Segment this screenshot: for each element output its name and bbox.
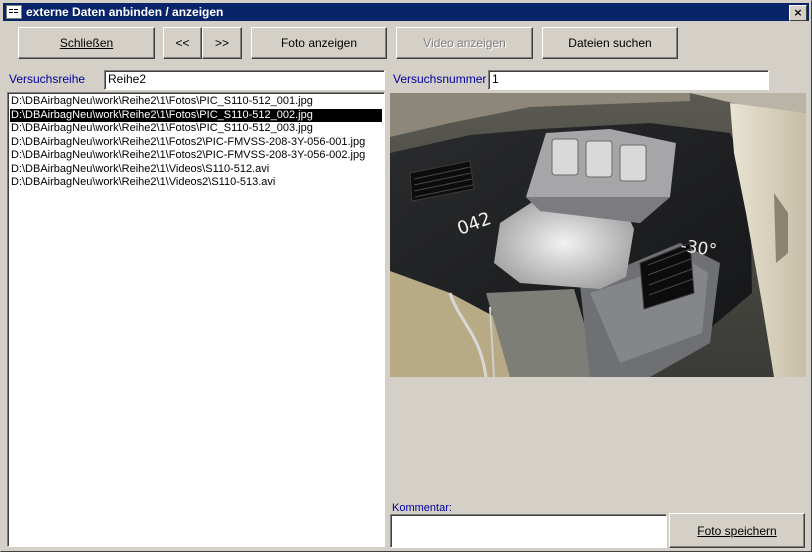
previous-button-label: << [175, 36, 190, 50]
show-photo-button-label: Foto anzeigen [280, 36, 358, 50]
window-title: externe Daten anbinden / anzeigen [26, 5, 224, 19]
show-video-button[interactable]: Video anzeigen [396, 27, 533, 59]
file-list-item[interactable]: D:\DBAirbagNeu\work\Reihe2\1\Fotos\PIC_S… [10, 95, 382, 109]
airbag-photo: 042 -30° [390, 93, 806, 377]
kommentar-field[interactable] [390, 514, 667, 548]
close-window-button[interactable]: × [789, 5, 807, 21]
search-files-button[interactable]: Dateien suchen [542, 27, 678, 59]
versuchsreihe-label: Versuchsreihe [9, 72, 86, 86]
close-button[interactable]: Schließen [18, 27, 155, 59]
file-list-item[interactable]: D:\DBAirbagNeu\work\Reihe2\1\Videos\S110… [10, 163, 382, 177]
kommentar-label: Kommentar: [392, 502, 452, 514]
close-button-label: Schließen [59, 36, 114, 50]
show-photo-button[interactable]: Foto anzeigen [251, 27, 387, 59]
versuchsnummer-label: Versuchsnummer [393, 72, 487, 86]
photo-preview: 042 -30° [390, 93, 806, 377]
file-list-item[interactable]: D:\DBAirbagNeu\work\Reihe2\1\Fotos\PIC_S… [10, 108, 382, 122]
file-list[interactable]: D:\DBAirbagNeu\work\Reihe2\1\Fotos\PIC_S… [7, 92, 385, 547]
show-video-button-label: Video anzeigen [423, 36, 506, 50]
search-files-button-label: Dateien suchen [568, 36, 652, 50]
file-list-item[interactable]: D:\DBAirbagNeu\work\Reihe2\1\Videos2\S11… [10, 176, 382, 190]
main-window: externe Daten anbinden / anzeigen × Schl… [0, 0, 812, 552]
versuchsreihe-field[interactable]: Reihe2 [104, 70, 385, 90]
next-button-label: >> [214, 36, 229, 50]
save-photo-button-label: Foto speichern [697, 523, 777, 538]
file-list-item[interactable]: D:\DBAirbagNeu\work\Reihe2\1\Fotos2\PIC-… [10, 149, 382, 163]
file-list-item[interactable]: D:\DBAirbagNeu\work\Reihe2\1\Fotos2\PIC-… [10, 136, 382, 150]
title-bar: externe Daten anbinden / anzeigen × [3, 3, 809, 21]
save-photo-button[interactable]: Foto speichern [669, 513, 805, 548]
next-button[interactable]: >> [202, 27, 242, 59]
file-list-item[interactable]: D:\DBAirbagNeu\work\Reihe2\1\Fotos\PIC_S… [10, 122, 382, 136]
previous-button[interactable]: << [163, 27, 202, 59]
versuchsnummer-field[interactable]: 1 [488, 70, 769, 90]
form-icon [6, 5, 22, 19]
